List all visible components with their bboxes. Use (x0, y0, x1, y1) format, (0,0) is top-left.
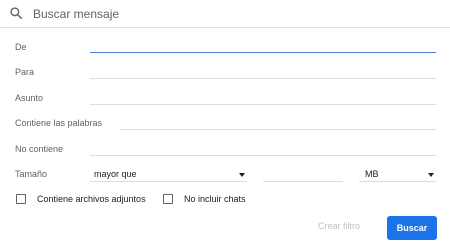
has-attachment-checkbox[interactable] (16, 194, 26, 204)
size-unit-value: MB (365, 169, 379, 179)
search-icon[interactable] (9, 6, 23, 20)
size-operator-value: mayor que (94, 169, 137, 179)
from-label: De (15, 42, 27, 52)
to-label: Para (15, 67, 35, 77)
search-bar (0, 0, 450, 28)
from-field[interactable] (90, 52, 436, 53)
subject-label: Asunto (15, 93, 44, 103)
chevron-down-icon (239, 173, 245, 177)
search-button[interactable]: Buscar (387, 216, 437, 240)
search-input[interactable] (33, 5, 433, 23)
has-words-field[interactable] (120, 129, 436, 130)
size-value-field[interactable] (263, 181, 343, 182)
create-filter-button[interactable]: Crear filtro (318, 221, 360, 231)
size-operator-underline (90, 181, 247, 182)
doesnt-have-field[interactable] (90, 155, 436, 156)
chevron-down-icon (428, 173, 434, 177)
has-words-label: Contiene las palabras (15, 118, 103, 128)
has-attachment-label: Contiene archivos adjuntos (37, 194, 146, 204)
to-field[interactable] (90, 78, 436, 79)
subject-field[interactable] (90, 104, 436, 105)
doesnt-have-label: No contiene (15, 144, 64, 154)
size-unit-underline (359, 181, 436, 182)
exclude-chats-label: No incluir chats (184, 194, 246, 204)
size-label: Tamaño (15, 169, 48, 179)
exclude-chats-checkbox[interactable] (163, 194, 173, 204)
